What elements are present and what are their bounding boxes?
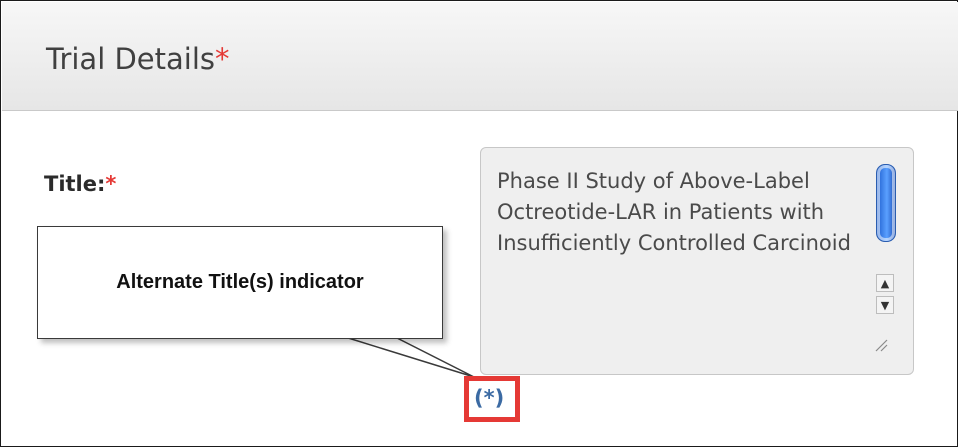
section-header: Trial Details* xyxy=(2,2,958,111)
textarea-scrollbar[interactable]: ▲ ▼ xyxy=(872,160,898,360)
resize-grip-icon[interactable] xyxy=(872,336,888,352)
title-required-asterisk: * xyxy=(105,172,117,196)
callout-box: Alternate Title(s) indicator xyxy=(37,226,443,339)
alternate-title-indicator-link[interactable]: (*) xyxy=(474,386,504,410)
title-field-label: Title:* xyxy=(44,172,116,196)
scroll-down-arrow-icon[interactable]: ▼ xyxy=(876,296,894,314)
section-title-text: Trial Details xyxy=(46,42,216,76)
scroll-up-arrow-icon[interactable]: ▲ xyxy=(876,274,894,292)
title-textarea[interactable]: Phase II Study of Above-Label Octreotide… xyxy=(480,147,914,375)
required-asterisk: * xyxy=(215,42,230,76)
scrollbar-thumb[interactable] xyxy=(876,164,896,242)
callout-text: Alternate Title(s) indicator xyxy=(116,271,364,293)
title-textarea-value: Phase II Study of Above-Label Octreotide… xyxy=(497,169,851,255)
section-title: Trial Details* xyxy=(46,42,230,76)
title-label-text: Title: xyxy=(44,172,106,196)
